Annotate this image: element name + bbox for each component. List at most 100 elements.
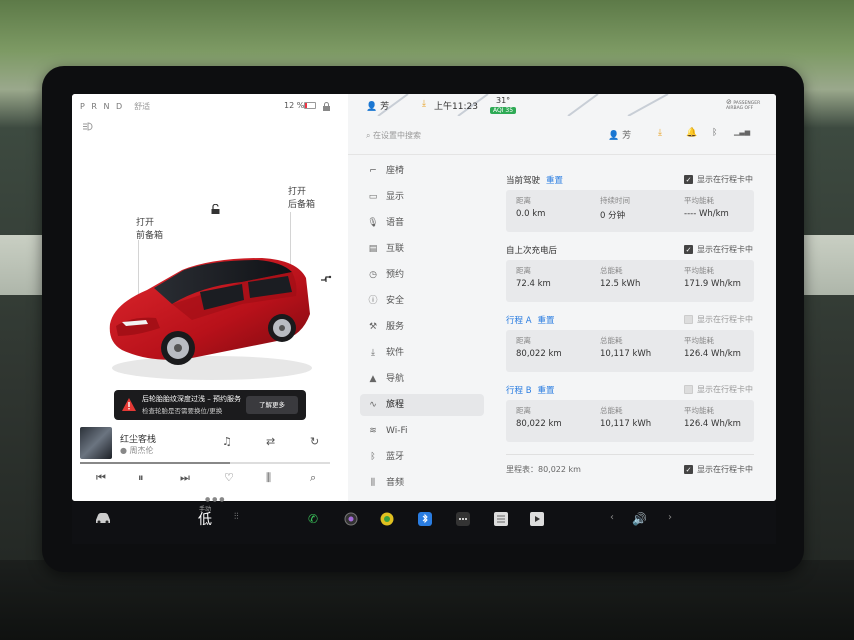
trip-b-reset-link[interactable]: 重置: [538, 386, 555, 396]
notice-subtitle: 检查轮胎是否需要换位/更换: [142, 407, 223, 415]
volume-down-arrow-icon[interactable]: ‹: [610, 512, 614, 523]
current-drive-stats: 距离 0.0 km 持续时间 0 分钟 平均能耗 ---- Wh/km: [506, 190, 754, 232]
nav-item[interactable]: ▤ 互联: [360, 238, 484, 260]
nav-item[interactable]: ▲ 导航: [360, 368, 484, 390]
previous-track-icon[interactable]: ⏮: [96, 471, 106, 485]
video-icon[interactable]: [530, 512, 544, 529]
microphone-icon: 🎙: [367, 218, 379, 228]
tire-service-notice[interactable]: 后轮胎胎纹深度过浅 – 预约服务 检查轮胎是否需要换位/更换 了解更多: [114, 390, 306, 420]
settings-panel: 👤 芳 ⤓ 上午11:23 31° AQI 35 ⊘ PASSENGER AIR…: [348, 94, 776, 501]
settings-nav: ⌐ 座椅 ▭ 显示 🎙 语音 ▤ 互联 ◷ 预约 ⓘ 安全 ⚒ 服务 ⤓ 软件 ▲ 导航 ∿ 旅程 ≋ Wi-Fi ᛒ 蓝牙 ⫼…: [360, 160, 484, 501]
trips-content: 当前驾驶 重置 ✓ 显示在行程卡中 距离 0.0 km 持续时间 0 分钟 平均能耗 --…: [498, 164, 776, 501]
playback-progress[interactable]: [80, 462, 330, 464]
stat-key: 距离: [516, 406, 531, 415]
car-model-image[interactable]: [92, 244, 322, 384]
quick-toolbar: 👤 芳 ⤓ 🔔 ᛒ ▁▃▅: [608, 128, 768, 142]
software-update-icon[interactable]: ⤓: [658, 128, 662, 138]
search-input[interactable]: 在设置中搜索: [373, 131, 421, 140]
driver-profile[interactable]: 👤 芳: [366, 99, 389, 112]
favorite-icon[interactable]: ♡: [224, 471, 234, 484]
trip-a-label[interactable]: 行程 A: [506, 316, 532, 326]
stat-key: 平均能耗: [684, 336, 714, 345]
download-icon: ⤓: [371, 348, 375, 358]
odometer-show-toggle[interactable]: ✓ 显示在行程卡中: [684, 464, 753, 475]
bluetooth-icon[interactable]: [418, 512, 432, 529]
current-drive-reset-link[interactable]: 重置: [546, 176, 563, 186]
stat-value: 126.4 Wh/km: [684, 419, 741, 429]
profile-icon[interactable]: 👤 芳: [608, 128, 631, 141]
nav-item[interactable]: ⓘ 安全: [360, 290, 484, 312]
checkbox-icon[interactable]: ✓: [684, 245, 693, 254]
since-charge-show-toggle[interactable]: ✓ 显示在行程卡中: [684, 244, 753, 255]
seat-heater-icon[interactable]: ⫶⫶: [234, 512, 239, 522]
headlights-icon[interactable]: [82, 122, 96, 134]
search-icon: ⌕: [366, 131, 371, 140]
trip-a-show-toggle[interactable]: 显示在行程卡中: [684, 314, 753, 325]
unlock-icon[interactable]: [210, 200, 221, 219]
nav-item[interactable]: ⌐ 座椅: [360, 160, 484, 182]
outside-temperature: 31°: [496, 96, 511, 105]
stat-cell: 距离 72.4 km: [516, 265, 596, 289]
current-drive-title: 当前驾驶 重置: [506, 174, 563, 186]
battery-percent: 12 %: [284, 101, 305, 110]
shuffle-icon[interactable]: ⇄: [266, 435, 275, 448]
car-icon[interactable]: [94, 512, 112, 527]
wrench-icon: ⚒: [368, 322, 378, 332]
nav-item[interactable]: 🎙 语音: [360, 212, 484, 234]
checkbox-icon[interactable]: ✓: [684, 465, 693, 474]
checkbox-icon[interactable]: [684, 315, 693, 324]
nav-item-label: 座椅: [386, 166, 405, 176]
learn-more-button[interactable]: 了解更多: [246, 396, 298, 414]
stat-key: 距离: [516, 266, 531, 275]
trip-a-reset-link[interactable]: 重置: [538, 316, 555, 326]
bluetooth-status-icon[interactable]: ᛒ: [712, 128, 717, 138]
map-background: [377, 94, 669, 116]
trunk-open-label[interactable]: 打开 后备箱: [288, 186, 315, 212]
volume-up-arrow-icon[interactable]: ›: [668, 512, 672, 523]
car-panel: P R N D 舒适 12 % 打开 前备箱 打开 后备箱 后轮胎胎纹深度过浅 …: [72, 94, 348, 501]
checkbox-icon[interactable]: [684, 385, 693, 394]
volume-icon[interactable]: 🔊: [632, 512, 647, 526]
phone-icon[interactable]: ✆: [308, 512, 318, 526]
equalizer-icon[interactable]: ⫼: [266, 471, 271, 485]
clock-icon: ◷: [369, 270, 377, 280]
trip-b-title: 行程 B 重置: [506, 384, 555, 396]
gear-text: P R N D: [80, 102, 125, 111]
stat-key: 持续时间: [600, 196, 630, 205]
current-drive-show-toggle[interactable]: ✓ 显示在行程卡中: [684, 174, 753, 185]
next-track-icon[interactable]: ⏭: [180, 471, 190, 485]
nav-item[interactable]: ◷ 预约: [360, 264, 484, 286]
camera-icon[interactable]: [344, 512, 358, 529]
music-source-icon[interactable]: ♫: [222, 435, 232, 448]
album-art[interactable]: [80, 427, 112, 459]
more-apps-icon[interactable]: [456, 512, 470, 529]
frunk-open-label[interactable]: 打开 前备箱: [136, 217, 163, 243]
frunk-label-line2: 前备箱: [136, 231, 164, 241]
checkbox-icon[interactable]: ✓: [684, 175, 693, 184]
nav-item[interactable]: ∿ 旅程: [360, 394, 484, 416]
nav-item[interactable]: ᛒ 蓝牙: [360, 446, 484, 468]
nav-item[interactable]: ⚒ 服务: [360, 316, 484, 338]
nav-item[interactable]: ⫼ 音频: [360, 472, 484, 494]
notification-bell-icon[interactable]: 🔔: [686, 128, 697, 138]
settings-search[interactable]: ⌕ 在设置中搜索: [366, 130, 421, 141]
nav-item[interactable]: ▭ 显示: [360, 186, 484, 208]
nav-item-label: 显示: [386, 192, 405, 202]
trip-b-show-toggle[interactable]: 显示在行程卡中: [684, 384, 753, 395]
trip-b-label[interactable]: 行程 B: [506, 386, 532, 396]
search-music-icon[interactable]: ⌕: [310, 471, 316, 485]
lock-icon[interactable]: [322, 102, 331, 114]
safety-icon: ⓘ: [368, 296, 378, 306]
nav-item-label: 服务: [386, 322, 405, 332]
climate-control[interactable]: 手动 低: [198, 504, 212, 528]
calendar-icon[interactable]: [494, 512, 508, 529]
stat-value: 80,022 km: [516, 419, 562, 429]
nav-item[interactable]: ⤓ 软件: [360, 342, 484, 364]
pause-icon[interactable]: ⏸: [138, 471, 144, 485]
trunk-label-line2: 后备箱: [288, 200, 316, 210]
repeat-icon[interactable]: ↻: [310, 435, 319, 448]
stat-cell: 持续时间 0 分钟: [600, 195, 680, 221]
nav-item[interactable]: ≋ Wi-Fi: [360, 420, 484, 442]
music-app-icon[interactable]: [380, 512, 394, 529]
download-icon[interactable]: ⤓: [422, 99, 426, 109]
